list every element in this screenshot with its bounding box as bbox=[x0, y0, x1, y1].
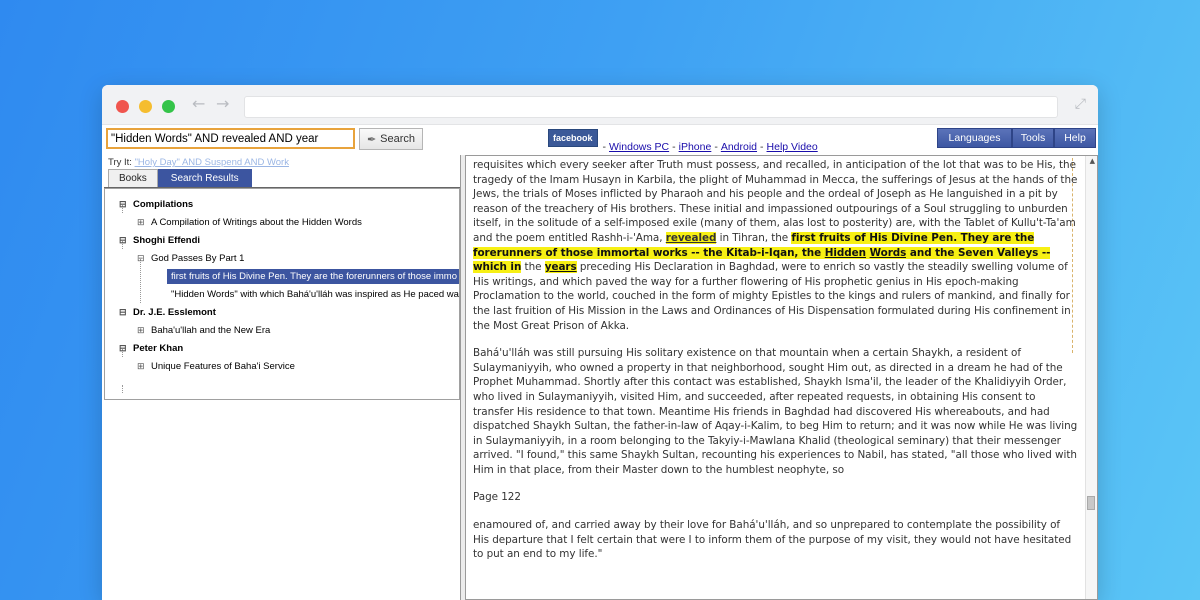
menu-bar: Languages Tools Help bbox=[937, 128, 1096, 148]
maximize-dot[interactable] bbox=[162, 100, 175, 113]
paragraph: enamoured of, and carried away by their … bbox=[473, 519, 1072, 561]
tree-node-label: God Passes By Part 1 bbox=[151, 253, 245, 264]
tree-result-selected[interactable]: first fruits of His Divine Pen. They are… bbox=[167, 269, 459, 284]
tree-node-label: Compilations bbox=[133, 199, 194, 210]
tree-node-unique-features[interactable]: ⊞ Unique Features of Baha'i Service bbox=[137, 359, 295, 374]
quill-icon: ✒ bbox=[366, 133, 377, 146]
reader-scrollbar[interactable]: ▲ bbox=[1085, 156, 1097, 599]
reader-pane: requisites which every seeker after Trut… bbox=[465, 155, 1098, 600]
try-it-example-link[interactable]: "Holy Day" AND Suspend AND Work bbox=[135, 157, 289, 168]
tab-books[interactable]: Books bbox=[108, 169, 158, 187]
try-it-hint: Try It: "Holy Day" AND Suspend AND Work bbox=[104, 155, 460, 169]
try-it-label: Try It: bbox=[108, 157, 132, 168]
tree-node-compilations[interactable]: ⊟ Compilations bbox=[119, 197, 193, 212]
collapse-icon[interactable]: ⊟ bbox=[119, 199, 133, 210]
reader-text: requisites which every seeker after Trut… bbox=[473, 158, 1079, 575]
link-separator: - bbox=[714, 141, 718, 153]
tree-node-label: A Compilation of Writings about the Hidd… bbox=[151, 217, 362, 228]
link-separator: - bbox=[672, 141, 676, 153]
close-dot[interactable] bbox=[116, 100, 129, 113]
forward-arrow-icon[interactable]: → bbox=[216, 94, 229, 113]
title-bar: ← → ⤢ bbox=[102, 85, 1098, 125]
search-button-label: Search bbox=[380, 133, 416, 145]
scrollbar-thumb[interactable] bbox=[1087, 496, 1095, 510]
expand-icon[interactable]: ⊞ bbox=[137, 325, 151, 336]
results-tree: ⊟ Compilations ⊞ A Compilation of Writin… bbox=[104, 188, 460, 400]
back-arrow-icon[interactable]: ← bbox=[192, 94, 205, 113]
collapse-icon[interactable]: ⊟ bbox=[119, 343, 133, 354]
link-separator: - bbox=[760, 141, 764, 153]
search-hit: years bbox=[544, 261, 577, 274]
collapse-icon[interactable]: ⊟ bbox=[137, 253, 151, 264]
windows-link[interactable]: Windows PC bbox=[609, 141, 669, 153]
paragraph: requisites which every seeker after Trut… bbox=[473, 158, 1079, 333]
tree-node-label: Dr. J.E. Esslemont bbox=[133, 307, 216, 318]
collapse-icon[interactable]: ⊟ bbox=[119, 307, 133, 318]
search-hit: revealed bbox=[665, 231, 717, 244]
tab-search-results[interactable]: Search Results bbox=[157, 169, 252, 187]
collapse-icon[interactable]: ⊟ bbox=[119, 235, 133, 246]
search-hit: Hidden bbox=[824, 246, 866, 259]
languages-button[interactable]: Languages bbox=[937, 128, 1012, 148]
tree-node-label: Shoghi Effendi bbox=[133, 235, 201, 246]
iphone-link[interactable]: iPhone bbox=[679, 141, 712, 153]
android-link[interactable]: Android bbox=[721, 141, 757, 153]
facebook-badge[interactable]: facebook bbox=[548, 129, 598, 147]
tools-button[interactable]: Tools bbox=[1012, 128, 1054, 148]
paragraph: Bahá'u'lláh was still pursuing His solit… bbox=[473, 347, 1078, 476]
link-separator: - bbox=[602, 141, 607, 153]
tree-result[interactable]: "Hidden Words" with which Bahá'u'lláh wa… bbox=[167, 287, 459, 302]
browser-window: ← → ⤢ ✒ Search facebook - Windows PC - i… bbox=[102, 85, 1098, 600]
toolbar: ✒ Search facebook - Windows PC - iPhone … bbox=[102, 125, 1098, 155]
tab-bar: Books Search Results bbox=[104, 169, 460, 188]
search-hit: Words bbox=[869, 246, 907, 259]
tree-node-esslemont[interactable]: ⊟ Dr. J.E. Esslemont bbox=[119, 305, 216, 320]
search-input[interactable] bbox=[106, 128, 355, 149]
expand-icon[interactable]: ⊞ bbox=[137, 217, 151, 228]
tree-connector bbox=[122, 385, 123, 393]
left-pane: Try It: "Holy Day" AND Suspend AND Work … bbox=[104, 155, 461, 600]
help-video-link[interactable]: Help Video bbox=[767, 141, 818, 153]
text-run: in Tihran, the bbox=[716, 231, 792, 244]
tree-node-label: Unique Features of Baha'i Service bbox=[151, 361, 295, 372]
tree-node-peter-khan[interactable]: ⊟ Peter Khan bbox=[119, 341, 183, 356]
scroll-up-icon[interactable]: ▲ bbox=[1090, 157, 1095, 165]
platform-links: facebook - Windows PC - iPhone - Android… bbox=[548, 129, 818, 153]
tree-node-label: Peter Khan bbox=[133, 343, 184, 354]
tree-node-label: Baha'u'llah and the New Era bbox=[151, 325, 271, 336]
expand-icon[interactable]: ⤢ bbox=[1075, 96, 1086, 112]
search-button[interactable]: ✒ Search bbox=[359, 128, 423, 150]
tree-node-shoghi-effendi[interactable]: ⊟ Shoghi Effendi bbox=[119, 233, 200, 248]
tree-node-new-era[interactable]: ⊞ Baha'u'llah and the New Era bbox=[137, 323, 270, 338]
page-number: Page 122 bbox=[473, 491, 521, 504]
tree-node-god-passes-by[interactable]: ⊟ God Passes By Part 1 bbox=[137, 251, 244, 266]
address-bar[interactable] bbox=[244, 96, 1058, 118]
expand-icon[interactable]: ⊞ bbox=[137, 361, 151, 372]
minimize-dot[interactable] bbox=[139, 100, 152, 113]
tree-node-compilation-item[interactable]: ⊞ A Compilation of Writings about the Hi… bbox=[137, 215, 362, 230]
help-button[interactable]: Help bbox=[1054, 128, 1096, 148]
text-run: the bbox=[521, 261, 545, 274]
